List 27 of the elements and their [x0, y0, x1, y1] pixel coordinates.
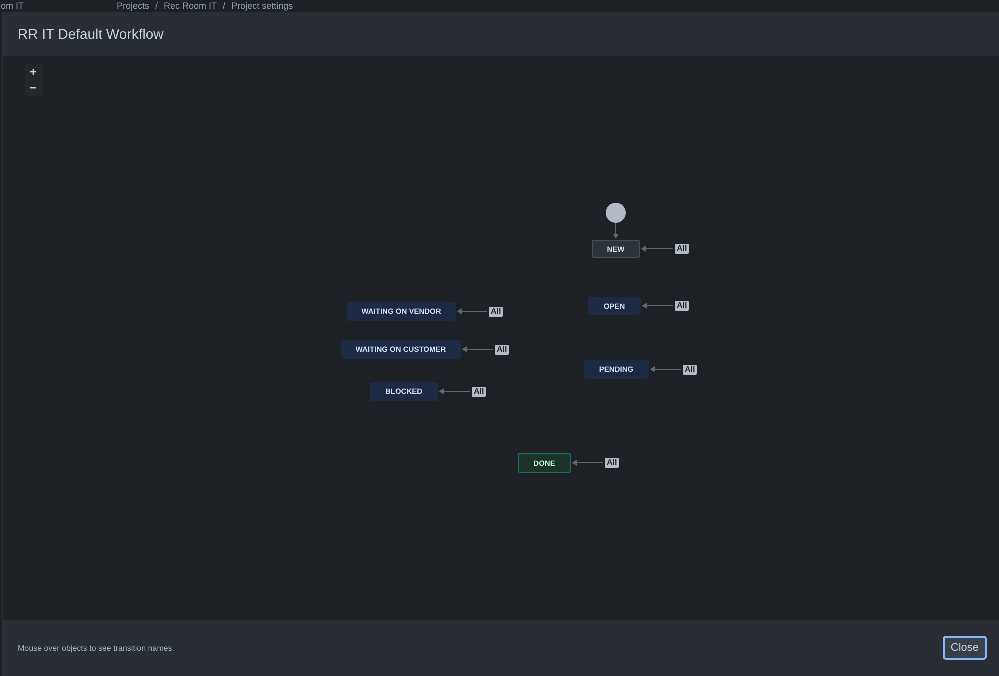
transition-label[interactable]: All [683, 364, 698, 374]
transition-arrow [641, 246, 674, 252]
transition-label[interactable]: All [489, 306, 504, 316]
transition-arrow [457, 308, 488, 314]
transition-arrow [613, 222, 619, 239]
transition-label[interactable]: All [605, 458, 620, 468]
sidebar-text: om IT [0, 1, 26, 11]
transition-label[interactable]: All [675, 244, 690, 254]
breadcrumb-separator: / [156, 1, 158, 11]
zoom-in-button[interactable]: + [25, 64, 42, 80]
breadcrumb-separator: / [223, 1, 226, 11]
breadcrumb-link[interactable]: Project settings [232, 1, 294, 11]
transition-label[interactable]: All [495, 344, 510, 354]
transition-arrow [439, 388, 470, 394]
hint-text: Mouse over objects to see transition names. [18, 644, 175, 652]
transition-arrow [462, 346, 494, 352]
transition-label[interactable]: All [472, 386, 486, 396]
breadcrumb-link[interactable]: Projects [117, 1, 150, 11]
transition-arrow [572, 460, 604, 466]
zoom-out-button[interactable]: − [25, 80, 42, 96]
transition-arrow [642, 303, 674, 309]
breadcrumb-link[interactable]: Rec Room IT [164, 1, 218, 11]
close-button[interactable]: Close [942, 636, 987, 660]
start-node [606, 203, 626, 223]
transition-label[interactable]: All [675, 301, 690, 311]
dialog-title: RR IT Default Workflow [18, 26, 164, 42]
transition-arrow [650, 366, 682, 372]
